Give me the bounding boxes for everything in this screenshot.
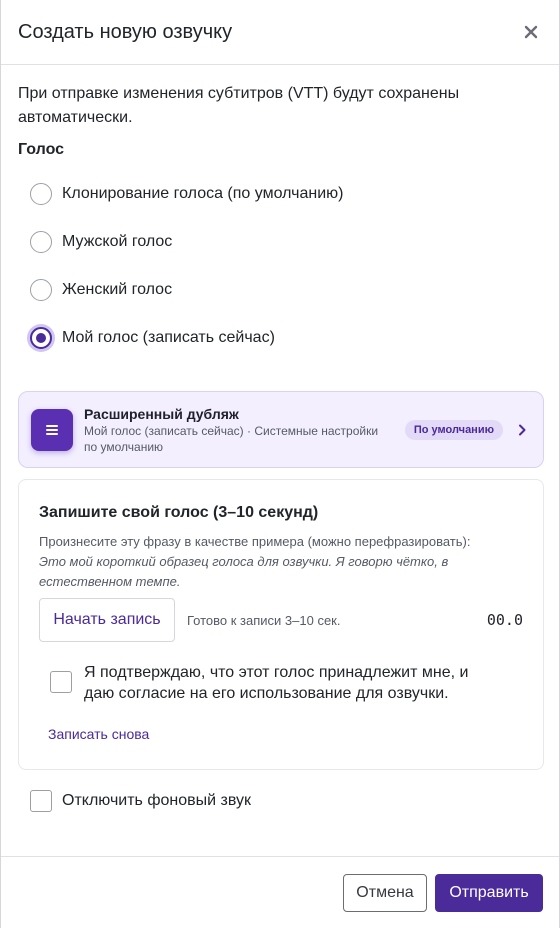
record-voice-card: Запишите свой голос (3–10 секунд) Произн… [18,479,544,770]
start-recording-button[interactable]: Начать запись [39,598,175,642]
close-button[interactable] [519,20,543,44]
dub-title: Расширенный дубляж [84,405,239,422]
voice-option-female[interactable]: Женский голос [18,266,542,314]
voice-option-label: Клонирование голоса (по умолчанию) [62,185,344,202]
modal-header: Создать новую озвучку [1,0,559,65]
radio-button-selected[interactable] [30,327,52,349]
radio-button[interactable] [30,231,52,253]
close-icon [524,25,538,39]
rerecord-link[interactable]: Записать снова [48,726,149,742]
modal-body: При отправке изменения субтитров (VTT) б… [1,65,559,812]
consent-label: Я подтверждаю, что этот голос принадлежи… [84,664,469,702]
record-title: Запишите свой голос (3–10 секунд) [39,504,319,521]
voice-section-label: Голос [18,141,65,158]
record-timer: 00.0 [486,611,523,629]
cancel-button[interactable]: Отмена [343,873,427,912]
sample-phrase: Это мой короткий образец голоса для озву… [39,554,449,589]
mute-background-label: Отключить фоновый звук [62,792,251,809]
voice-option-my-voice[interactable]: Мой голос (записать сейчас) [18,314,542,362]
mute-background-row: Отключить фоновый звук [18,790,542,812]
voice-option-male[interactable]: Мужской голос [18,218,542,266]
record-controls: Начать запись Готово к записи 3–10 сек. … [39,598,523,642]
dub-subtitle: Мой голос (записать сейчас) · Системные … [84,423,379,454]
consent-checkbox[interactable] [50,671,72,693]
voice-option-label: Мужской голос [62,233,173,250]
record-status: Готово к записи 3–10 сек. [187,612,341,628]
default-badge: По умолчанию [404,419,503,440]
submit-button[interactable]: Отправить [435,873,543,912]
chevron-right-icon [515,424,529,436]
voice-options: Клонирование голоса (по умолчанию) Мужск… [18,170,542,362]
voice-option-label: Мой голос (записать сейчас) [62,329,275,346]
record-hint: Произнесите эту фразу в качестве примера… [39,534,471,549]
radio-button[interactable] [30,183,52,205]
modal-title: Создать новую озвучку [18,20,233,43]
radio-button[interactable] [30,279,52,301]
modal-footer: Отмена Отправить [1,856,559,928]
menu-lines-icon [31,408,73,451]
voice-option-clone[interactable]: Клонирование голоса (по умолчанию) [18,170,542,218]
consent-row: Я подтверждаю, что этот голос принадлежи… [39,662,523,704]
advanced-dub-card[interactable]: Расширенный дубляж Мой голос (записать с… [18,391,544,468]
dub-text: Расширенный дубляж Мой голос (записать с… [84,405,405,455]
mute-background-checkbox[interactable] [30,790,52,812]
voice-option-label: Женский голос [62,281,173,298]
intro-text: При отправке изменения субтитров (VTT) б… [18,85,460,126]
create-dub-modal: Создать новую озвучку При отправке измен… [0,0,560,928]
